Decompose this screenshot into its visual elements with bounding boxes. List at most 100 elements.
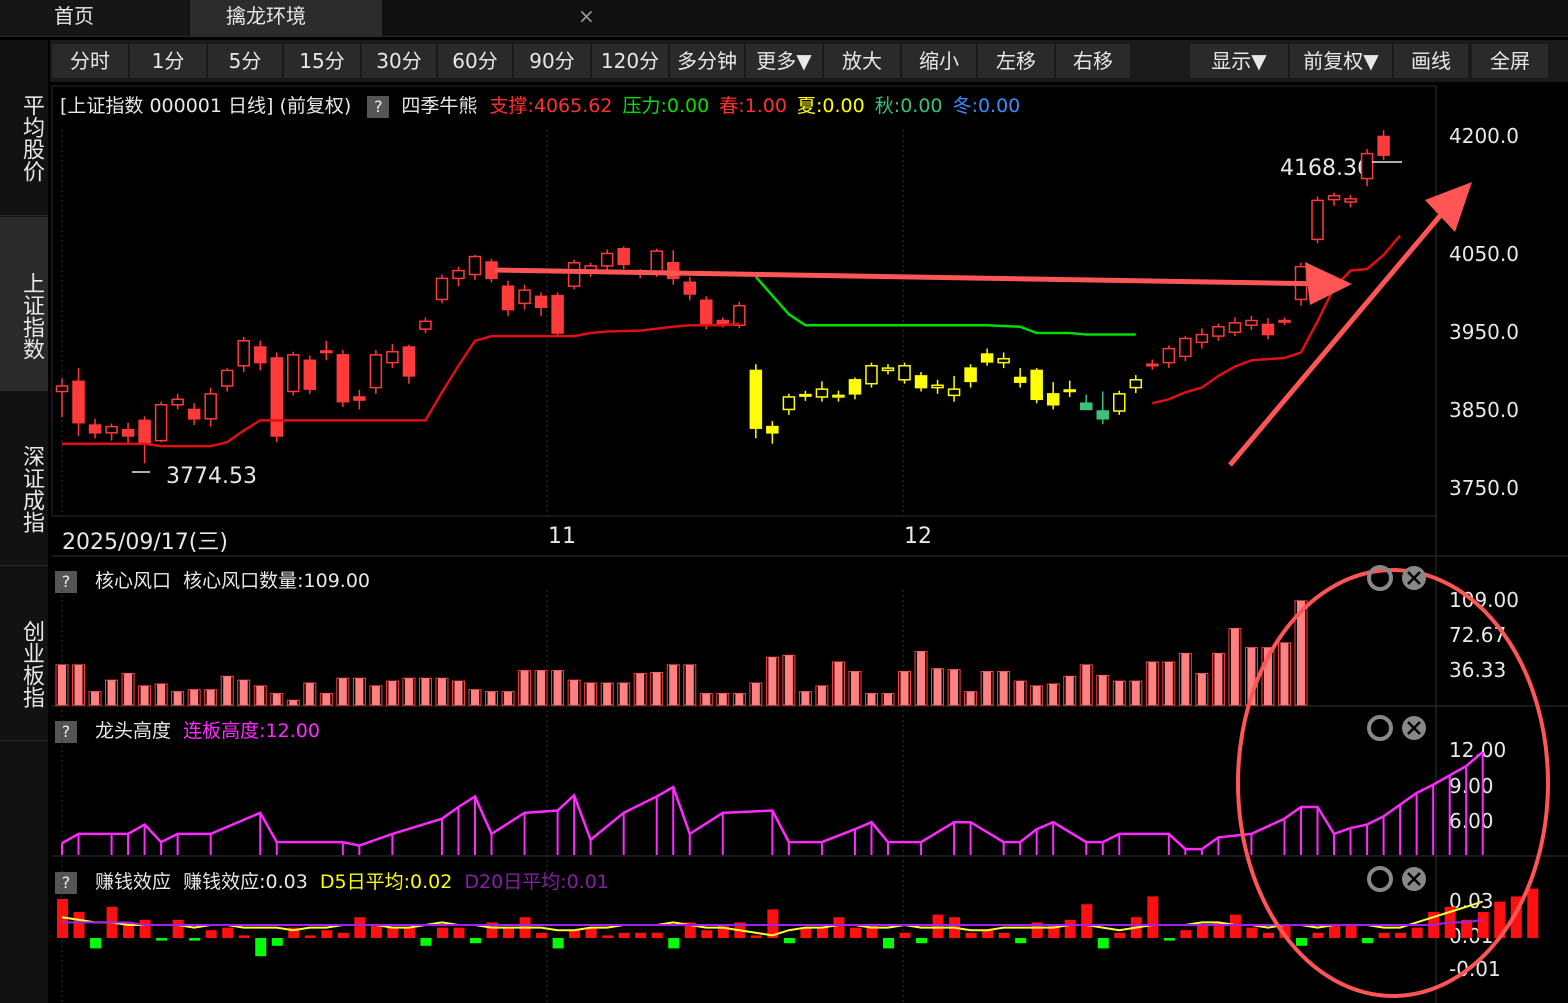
candle-body xyxy=(435,277,449,301)
candle-body xyxy=(700,299,713,325)
profit-bar xyxy=(1262,932,1274,938)
hot-sector-bar-fill xyxy=(669,664,678,705)
candle-body xyxy=(1079,402,1093,411)
profit-bar xyxy=(1296,938,1307,946)
candle-body xyxy=(1228,322,1242,333)
diagonal-arrow-line xyxy=(1228,208,1447,467)
candle-body xyxy=(253,346,267,364)
profit-bar xyxy=(1163,938,1175,941)
candle-body xyxy=(650,250,663,273)
hot-sector-bar-fill xyxy=(338,678,347,705)
profit-bar xyxy=(255,938,267,957)
hot-sector-bar-fill xyxy=(850,671,859,705)
candle-body xyxy=(171,398,184,406)
candle-body xyxy=(204,393,217,420)
hot-sector-bar-fill xyxy=(884,693,892,705)
profit-bar xyxy=(982,930,994,938)
candle-body xyxy=(815,388,829,398)
hot-sector-bar-fill xyxy=(570,680,579,705)
candle-body xyxy=(1278,319,1291,323)
hot-sector-bar-fill xyxy=(817,685,826,705)
profit-bar xyxy=(916,938,928,944)
profit-bar xyxy=(585,927,597,938)
hot-sector-bar-fill xyxy=(900,671,909,705)
hot-sector-bar-fill xyxy=(437,678,446,705)
profit-bar xyxy=(1477,912,1489,938)
profit-bar xyxy=(503,927,515,938)
hot-sector-bar-fill xyxy=(1115,681,1124,705)
candle-body xyxy=(683,281,697,295)
hot-sector-bar-fill xyxy=(917,651,926,705)
hot-sector-bar-fill xyxy=(702,693,711,705)
profit-bar xyxy=(1246,927,1258,938)
hot-sector-bar-fill xyxy=(107,680,116,705)
hot-sector-bar-fill xyxy=(801,691,810,705)
profit-bar xyxy=(1329,925,1341,938)
profit-bar xyxy=(139,919,151,938)
candle-body xyxy=(997,357,1010,364)
hot-sector-bar-fill xyxy=(867,693,876,705)
hot-sector-bar-fill xyxy=(454,681,463,705)
profit-bar xyxy=(635,932,647,938)
hot-sector-bar-fill xyxy=(718,693,727,705)
hot-sector-bar-fill xyxy=(58,664,66,705)
candle-body xyxy=(468,255,482,276)
profit-bar xyxy=(238,935,250,938)
candle-body xyxy=(501,285,515,311)
hot-sector-bar-fill xyxy=(487,691,496,705)
profit-bar xyxy=(750,935,762,938)
profit-bar xyxy=(651,932,663,938)
candle-body xyxy=(320,350,333,354)
hot-sector-bar-fill xyxy=(999,671,1008,705)
profit-bar xyxy=(205,930,217,938)
hot-sector-bar-fill xyxy=(1065,676,1074,705)
hot-sector-bar-fill xyxy=(1164,661,1173,705)
hot-sector-bar-fill xyxy=(1131,681,1140,705)
candle-body xyxy=(898,365,911,381)
profit-bar xyxy=(1147,896,1159,938)
profit-bar xyxy=(569,930,581,938)
hot-sector-bar-fill xyxy=(966,691,975,705)
highlight-ellipse xyxy=(1236,568,1550,998)
profit-bar xyxy=(1527,888,1539,938)
hot-sector-bar-fill xyxy=(371,685,380,705)
support-line-2 xyxy=(1152,234,1402,405)
candle-body xyxy=(1179,337,1192,358)
profit-bar xyxy=(73,912,85,938)
profit-bar xyxy=(222,927,234,938)
hot-sector-bar-fill xyxy=(305,683,314,705)
candle-body xyxy=(1063,389,1076,393)
candle-body xyxy=(980,353,994,363)
profit-bar xyxy=(172,919,184,938)
candle-body xyxy=(534,295,548,309)
candle-body xyxy=(1113,393,1126,412)
candle-body xyxy=(617,248,630,266)
candle-body xyxy=(121,428,135,437)
hot-sector-bar-fill xyxy=(652,672,661,705)
hot-sector-bar-fill xyxy=(933,668,942,705)
hot-sector-bar-fill xyxy=(586,683,595,705)
candle-body xyxy=(270,357,284,437)
hot-sector-bar-fill xyxy=(140,685,149,705)
candle-body xyxy=(402,346,416,377)
candle-body xyxy=(1360,152,1374,180)
candle-body xyxy=(105,425,118,434)
hot-sector-bar-fill xyxy=(685,664,694,705)
candle-body xyxy=(88,424,102,434)
hot-sector-bar-fill xyxy=(355,678,364,705)
hot-sector-bar-fill xyxy=(91,691,100,705)
hot-sector-bar-fill xyxy=(636,673,645,705)
hot-sector-bar-fill xyxy=(553,670,562,705)
hot-sector-bar-fill xyxy=(404,678,413,705)
hot-sector-bar-fill xyxy=(983,671,992,705)
hot-sector-bar-fill xyxy=(421,678,430,705)
profit-bar xyxy=(1312,932,1324,938)
candle-body xyxy=(1212,326,1225,337)
profit-bar xyxy=(354,917,366,938)
profit-bar xyxy=(1064,919,1076,938)
candle-body xyxy=(1129,379,1143,389)
hot-sector-bar-fill xyxy=(751,683,760,705)
profit-bar xyxy=(337,932,349,938)
profit-bar xyxy=(1378,932,1390,938)
candle-body xyxy=(1046,393,1060,406)
